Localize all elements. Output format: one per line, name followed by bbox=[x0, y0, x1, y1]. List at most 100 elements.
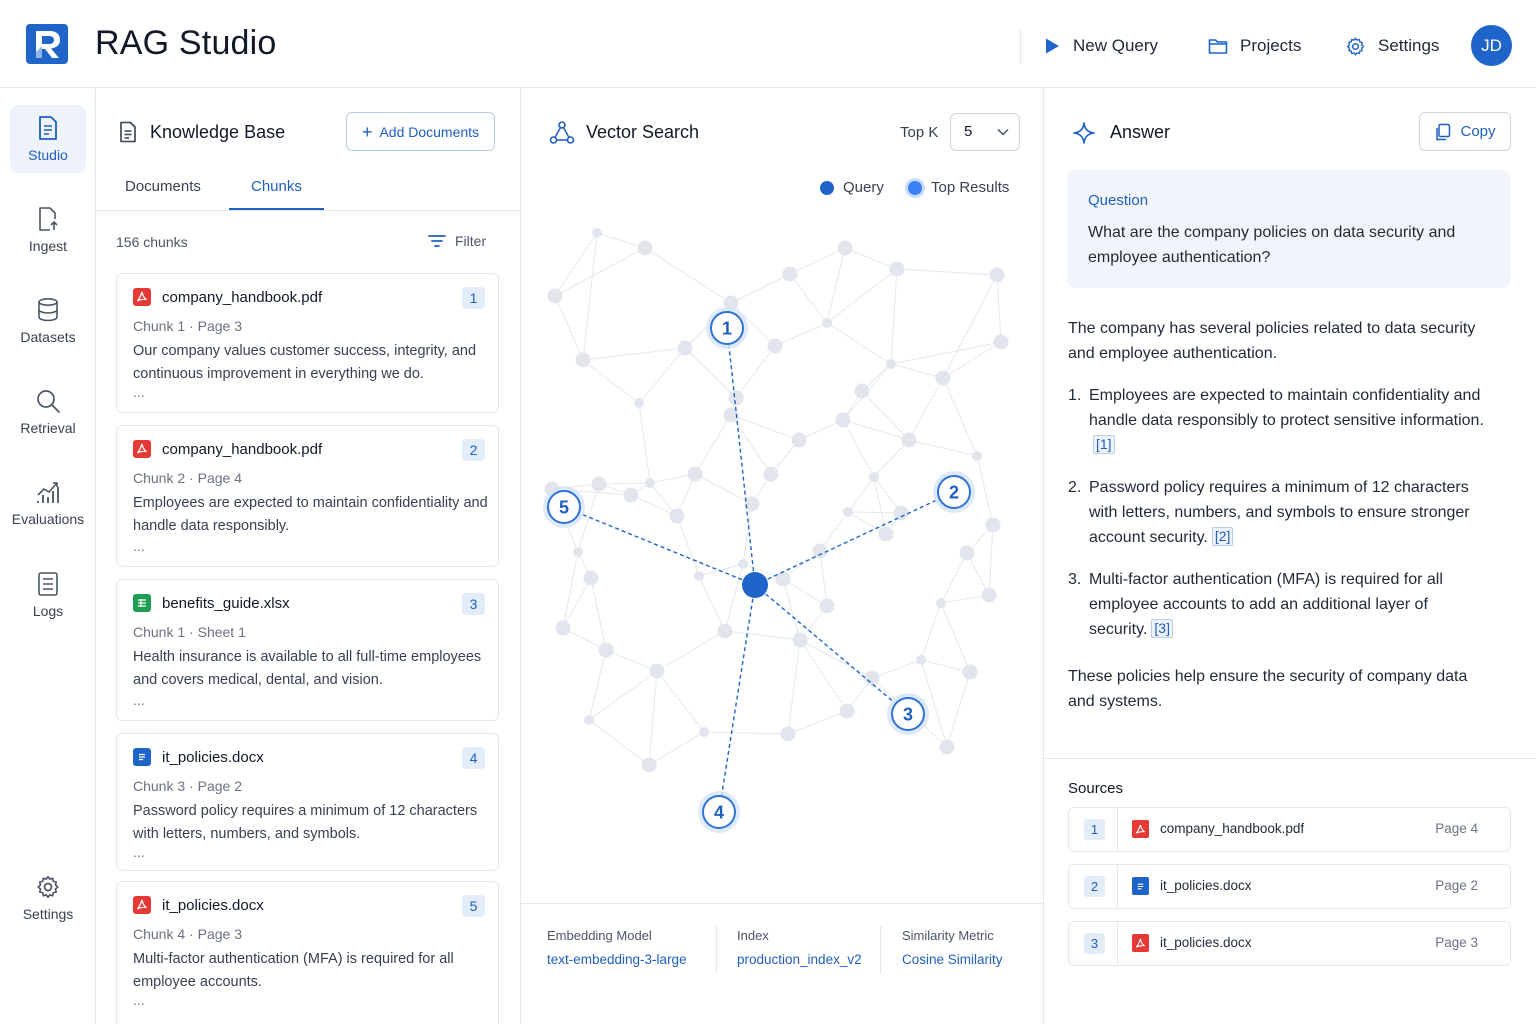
knowledge-base-title: Knowledge Base bbox=[150, 122, 286, 142]
add-documents-label: Add Documents bbox=[379, 123, 480, 140]
graph-node bbox=[677, 340, 693, 356]
add-documents-button[interactable]: + Add Documents bbox=[346, 112, 495, 151]
graph-node bbox=[592, 228, 602, 238]
nav-item-ingest[interactable]: Ingest bbox=[10, 196, 86, 264]
graph-edge bbox=[920, 602, 942, 661]
tabs-divider bbox=[96, 210, 520, 211]
graph-node bbox=[869, 472, 879, 482]
chunk-ellipsis: ... bbox=[133, 844, 145, 860]
graph-edge bbox=[890, 268, 898, 365]
graph-edge bbox=[976, 455, 994, 526]
graph-edge bbox=[562, 551, 579, 629]
graph-node bbox=[835, 412, 851, 428]
graph-edge bbox=[582, 359, 640, 404]
graph-node bbox=[591, 476, 607, 492]
graph-edge bbox=[656, 670, 705, 733]
doc-file-icon bbox=[133, 748, 151, 766]
graph-edge bbox=[724, 630, 801, 641]
chevron-down-icon bbox=[997, 128, 1009, 136]
document-icon bbox=[120, 121, 136, 143]
source-row[interactable]: 2 it_policies.docx Page 2 bbox=[1068, 864, 1511, 909]
citation-link[interactable]: [3] bbox=[1151, 619, 1173, 638]
settings-button[interactable]: Settings bbox=[1345, 32, 1439, 60]
graph-edge bbox=[730, 414, 800, 441]
point-number: 1. bbox=[1068, 387, 1082, 404]
new-query-button[interactable]: New Query bbox=[1043, 32, 1158, 60]
result-node[interactable]: 1 bbox=[706, 307, 748, 349]
chunk-card[interactable]: benefits_guide.xlsx 3 Chunk 1 · Sheet 1 … bbox=[116, 579, 499, 721]
graph-node bbox=[555, 620, 571, 636]
source-row[interactable]: 3 it_policies.docx Page 3 bbox=[1068, 921, 1511, 966]
nav-item-evaluations[interactable]: Evaluations bbox=[10, 469, 86, 537]
graph-edge bbox=[598, 482, 651, 485]
point-number: 2. bbox=[1068, 479, 1082, 496]
source-divider bbox=[1117, 922, 1118, 965]
graph-node bbox=[694, 571, 704, 581]
chunk-file-name: benefits_guide.xlsx bbox=[162, 595, 290, 612]
doc-file-icon bbox=[1132, 877, 1149, 895]
chunk-meta: Chunk 4 · Page 3 bbox=[133, 926, 242, 942]
graph-edge bbox=[896, 268, 998, 276]
result-dot-icon bbox=[908, 180, 922, 195]
citation-link[interactable]: [1] bbox=[1093, 435, 1115, 454]
chunk-index: Chunk 2 bbox=[133, 470, 186, 486]
chunk-file-name: it_policies.docx bbox=[162, 897, 264, 914]
graph-node bbox=[575, 352, 591, 368]
chunk-card[interactable]: it_policies.docx 4 Chunk 3 · Page 2 Pass… bbox=[116, 733, 499, 871]
nav-item-studio[interactable]: Studio bbox=[10, 105, 86, 173]
nav-item-retrieval[interactable]: Retrieval bbox=[10, 378, 86, 446]
graph-edge bbox=[890, 341, 1002, 365]
user-avatar[interactable]: JD bbox=[1471, 25, 1512, 66]
graph-node bbox=[791, 432, 807, 448]
top-k-select[interactable]: 5 bbox=[950, 113, 1020, 151]
source-row[interactable]: 1 company_handbook.pdf Page 4 bbox=[1068, 807, 1511, 852]
result-node[interactable]: 2 bbox=[933, 471, 975, 513]
result-node[interactable]: 5 bbox=[543, 486, 585, 528]
result-node[interactable]: 3 bbox=[887, 693, 929, 735]
query-node[interactable] bbox=[742, 572, 768, 598]
nav-label-ingest: Ingest bbox=[28, 238, 68, 254]
graph-edge bbox=[789, 247, 846, 275]
citation-link[interactable]: [2] bbox=[1211, 527, 1234, 546]
nav-item-settings[interactable]: Settings bbox=[10, 864, 86, 932]
graph-node bbox=[744, 496, 760, 512]
copy-button[interactable]: Copy bbox=[1419, 112, 1511, 151]
settings-label: Settings bbox=[1378, 36, 1440, 55]
graph-edge bbox=[996, 274, 1002, 343]
embedding-graph[interactable]: 1 2 3 4 5 bbox=[521, 203, 1044, 903]
filter-button[interactable]: Filter bbox=[428, 233, 486, 249]
graph-edge bbox=[942, 274, 998, 379]
graph-node bbox=[901, 432, 917, 448]
graph-edge bbox=[735, 345, 776, 399]
play-icon bbox=[1046, 38, 1059, 54]
chunk-file-name: company_handbook.pdf bbox=[162, 441, 323, 458]
chunk-meta: Chunk 3 · Page 2 bbox=[133, 778, 242, 794]
result-node[interactable]: 4 bbox=[698, 791, 740, 833]
result-link bbox=[726, 327, 756, 586]
source-file-name: company_handbook.pdf bbox=[1160, 821, 1305, 836]
graph-node bbox=[854, 383, 870, 399]
vector-search-panel: Vector Search Top K 5 Query Top Results … bbox=[521, 88, 1044, 1024]
chunk-card[interactable]: it_policies.docx 5 Chunk 4 · Page 3 Mult… bbox=[116, 881, 499, 1024]
nav-item-datasets[interactable]: Datasets bbox=[10, 287, 86, 355]
graph-node bbox=[584, 715, 594, 725]
answer-title: Answer bbox=[1110, 122, 1171, 142]
graph-edge bbox=[588, 719, 650, 766]
chunk-card[interactable]: company_handbook.pdf 2 Chunk 2 · Page 4 … bbox=[116, 425, 499, 567]
source-number: 3 bbox=[1084, 933, 1105, 954]
tab-documents[interactable]: Documents bbox=[125, 178, 201, 195]
log-icon bbox=[38, 572, 58, 596]
graph-edge bbox=[698, 563, 744, 577]
app-logo[interactable] bbox=[26, 24, 68, 64]
graph-node bbox=[972, 451, 982, 461]
graph-edge bbox=[648, 670, 658, 766]
legend-query-label: Query bbox=[843, 179, 884, 196]
nav-item-logs[interactable]: Logs bbox=[10, 561, 86, 629]
projects-button[interactable]: Projects bbox=[1208, 32, 1301, 60]
chunk-text: Our company values customer success, int… bbox=[133, 343, 477, 382]
chunk-meta: Chunk 1 · Page 3 bbox=[133, 318, 242, 334]
chunk-card[interactable]: company_handbook.pdf 1 Chunk 1 · Page 3 … bbox=[116, 273, 499, 413]
embedding-model-label: Embedding Model bbox=[547, 928, 652, 943]
tab-chunks[interactable]: Chunks bbox=[251, 178, 302, 195]
active-tab-indicator bbox=[229, 208, 324, 210]
